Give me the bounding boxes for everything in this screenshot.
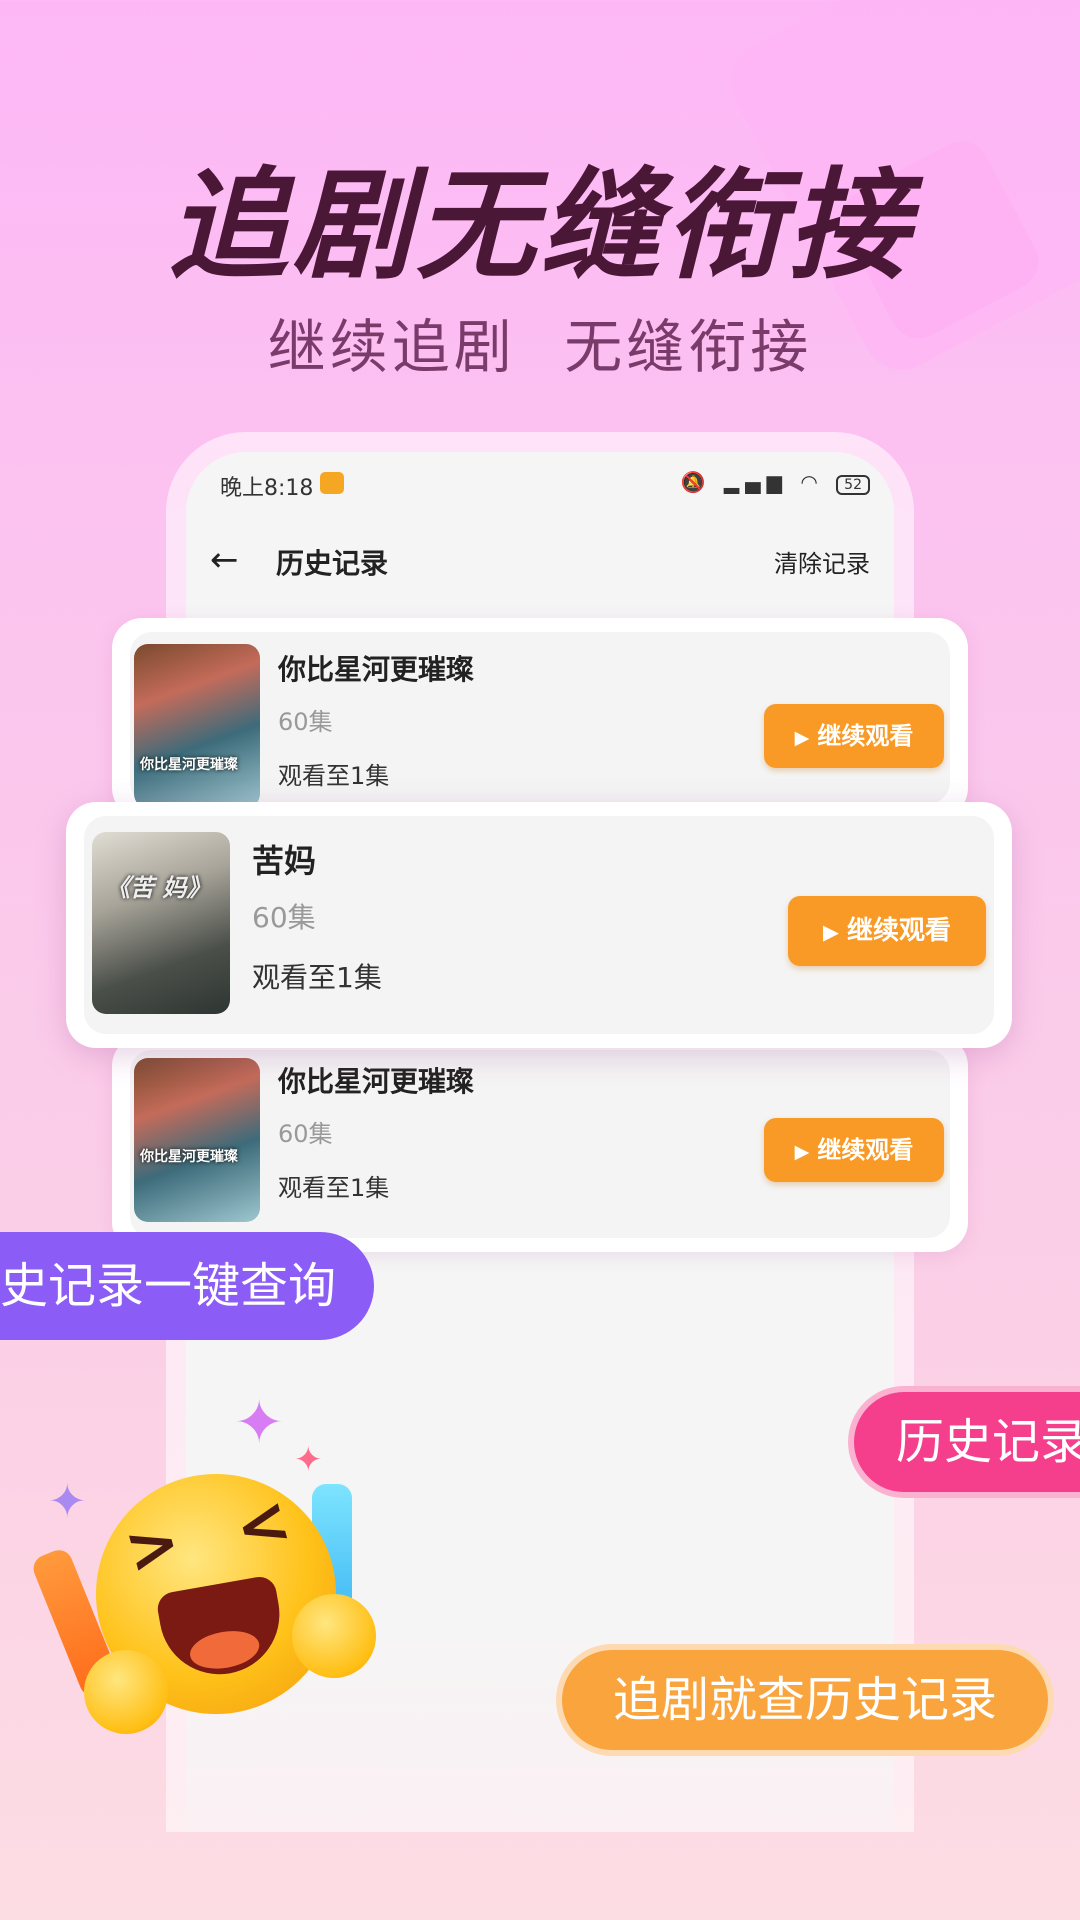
- nav-bar: ← 历史记录 清除记录: [186, 530, 894, 600]
- history-card[interactable]: 你比星河更璀璨 你比星河更璀璨 60集 观看至1集 ▶ 继续观看: [112, 618, 968, 818]
- emoji-mouth: [155, 1574, 289, 1684]
- wifi-icon: ◠: [800, 470, 824, 494]
- continue-watching-button[interactable]: ▶ 继续观看: [764, 1118, 944, 1182]
- status-time: 晚上8:18: [220, 476, 314, 501]
- message-icon: [320, 472, 344, 494]
- watch-progress: 观看至1集: [252, 961, 382, 994]
- drama-title: 你比星河更璀璨: [278, 1065, 475, 1098]
- mute-icon: 🔕: [680, 470, 712, 494]
- poster-title: 你比星河更璀璨: [140, 1149, 238, 1165]
- emoji-tongue: [187, 1626, 263, 1674]
- signal-icon: ▂▄▆: [723, 470, 788, 494]
- clear-history-button[interactable]: 清除记录: [774, 544, 870, 579]
- feature-pill-check-history: 追剧就查历史记录: [556, 1644, 1054, 1756]
- watch-progress: 观看至1集: [278, 762, 390, 790]
- poster-title: 《苦 妈》: [106, 874, 211, 902]
- emoji-hand: [292, 1594, 376, 1678]
- watch-progress: 观看至1集: [278, 1174, 390, 1202]
- headline: 追剧无缝衔接: [168, 157, 912, 296]
- drama-title: 苦妈: [252, 842, 317, 880]
- play-icon: ▶: [794, 1140, 810, 1163]
- episode-count: 60集: [278, 1120, 333, 1148]
- continue-watching-button[interactable]: ▶ 继续观看: [764, 704, 944, 768]
- drama-poster[interactable]: 《苦 妈》: [92, 832, 230, 1014]
- sparkle-icon: ✦: [234, 1388, 285, 1458]
- episode-count: 60集: [278, 708, 333, 736]
- emoji-hand: [84, 1650, 168, 1734]
- feature-pill-history-query: 史记录一键查询: [0, 1232, 374, 1340]
- drama-poster[interactable]: 你比星河更璀璨: [134, 644, 260, 808]
- poster-title: 你比星河更璀璨: [140, 757, 238, 773]
- feature-pill-label: 史记录一键查询: [0, 1258, 337, 1314]
- battery-icon: 52: [836, 475, 870, 495]
- status-icons: 🔕 ▂▄▆ ◠ 52: [681, 470, 870, 495]
- feature-pill-history: 历史记录: [848, 1386, 1080, 1498]
- drama-title: 你比星河更璀璨: [278, 653, 475, 686]
- subheadline: 继续追剧 无缝衔接: [267, 313, 813, 381]
- history-card-highlighted[interactable]: 《苦 妈》 苦妈 60集 观看至1集 ▶ 继续观看: [66, 802, 1012, 1048]
- play-icon: ▶: [794, 726, 810, 749]
- emoji-eye: >: [117, 1504, 189, 1590]
- continue-watching-button[interactable]: ▶ 继续观看: [788, 896, 986, 966]
- status-bar: 晚上8:18 🔕 ▂▄▆ ◠ 52: [220, 466, 870, 506]
- episode-count: 60集: [252, 901, 316, 934]
- back-arrow-icon[interactable]: ←: [210, 540, 239, 580]
- sparkle-icon: ✦: [48, 1474, 87, 1528]
- page-title: 历史记录: [276, 547, 389, 580]
- feature-pill-label: 历史记录: [896, 1414, 1080, 1470]
- play-icon: ▶: [822, 920, 839, 944]
- drama-poster[interactable]: 你比星河更璀璨: [134, 1058, 260, 1222]
- sparkle-icon: ✦: [294, 1440, 323, 1480]
- history-card[interactable]: 你比星河更璀璨 你比星河更璀璨 60集 观看至1集 ▶ 继续观看: [112, 1036, 968, 1252]
